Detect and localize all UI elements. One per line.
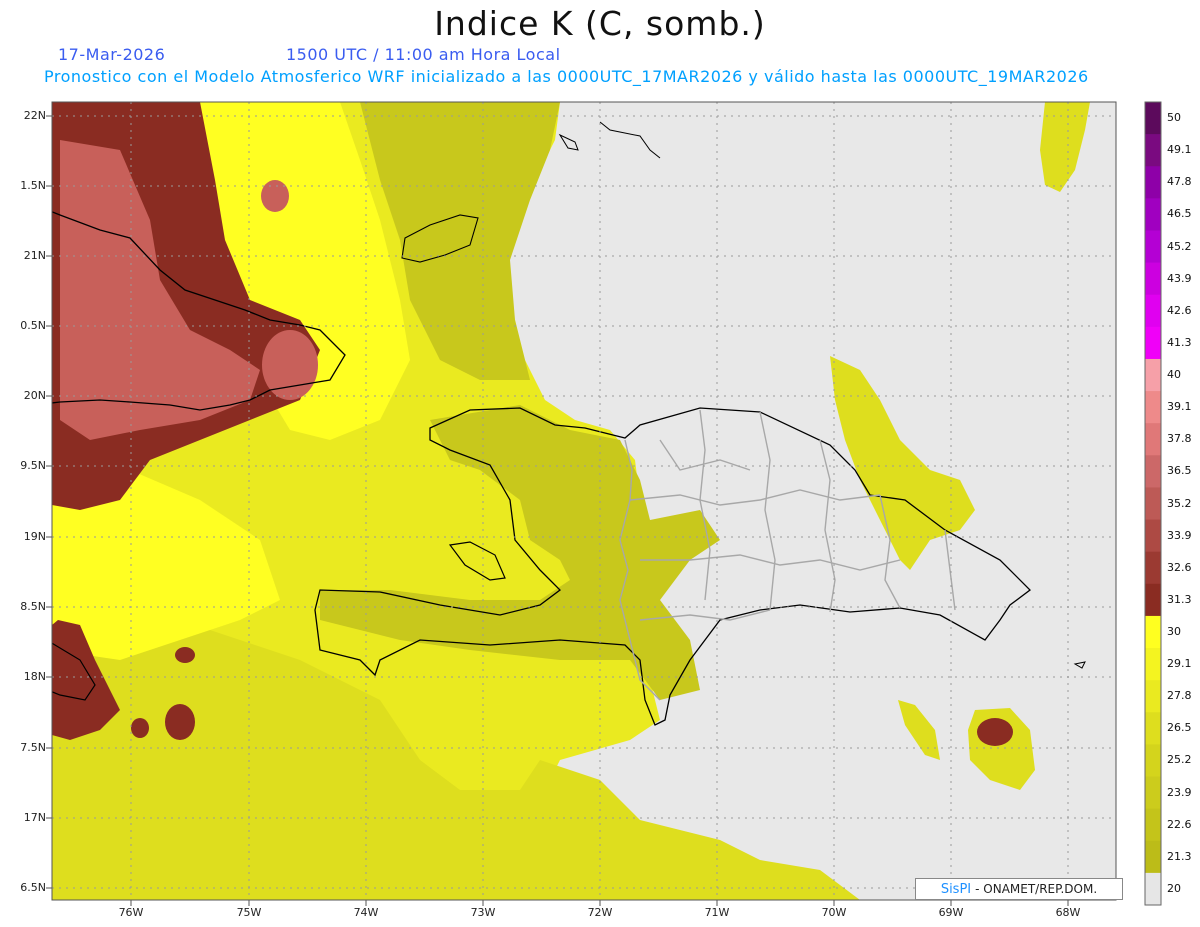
colorbar-label: 43.9 [1167, 271, 1192, 285]
colorbar-label: 40 [1167, 368, 1181, 382]
map-canvas [46, 101, 1162, 906]
colorbar-label: 32.6 [1167, 560, 1192, 574]
latitude-label: 21N [23, 249, 46, 262]
colorbar-swatch [1145, 455, 1161, 488]
colorbar-swatch [1145, 712, 1161, 745]
latitude-label: 9.5N [20, 459, 46, 472]
latitude-label: 20N [23, 389, 46, 402]
k-high-cell-6 [977, 718, 1013, 746]
colorbar-swatch [1145, 519, 1161, 553]
colorbar-swatch [1145, 134, 1161, 167]
longitude-label: 68W [1055, 906, 1081, 919]
k-high-cell-5 [175, 647, 195, 663]
colorbar-label: 37.8 [1167, 432, 1192, 446]
colorbar-swatch [1145, 423, 1161, 456]
latitude-label: 7.5N [20, 741, 46, 754]
colorbar-swatch [1145, 648, 1161, 681]
colorbar-swatch [1145, 776, 1161, 810]
colorbar-swatch [1145, 198, 1161, 231]
colorbar-label: 26.5 [1167, 721, 1192, 735]
longitude-label: 72W [587, 906, 613, 919]
colorbar-label: 35.2 [1167, 496, 1192, 510]
colorbar-label: 41.3 [1167, 335, 1192, 349]
colorbar-label: 29.1 [1167, 657, 1192, 671]
colorbar-label: 20 [1167, 881, 1181, 895]
latitude-label: 18N [23, 670, 46, 683]
latitude-label: 0.5N [20, 319, 46, 332]
colorbar-label: 46.5 [1167, 207, 1192, 221]
longitude-label: 74W [353, 906, 379, 919]
colorbar-label: 49.1 [1167, 143, 1192, 157]
longitude-label: 76W [118, 906, 144, 919]
colorbar-swatch [1145, 102, 1161, 135]
colorbar-label: 30 [1167, 624, 1181, 638]
colorbar-swatch [1145, 744, 1161, 778]
colorbar-label: 42.6 [1167, 303, 1192, 317]
k-high-cell-1 [261, 180, 289, 212]
colorbar-label: 39.1 [1167, 400, 1192, 414]
colorbar-swatch [1145, 294, 1161, 328]
colorbar-label: 45.2 [1167, 239, 1192, 253]
latitude-label: 8.5N [20, 600, 46, 613]
longitude-label: 70W [821, 906, 847, 919]
colorbar-swatch [1145, 262, 1161, 296]
longitude-label: 71W [704, 906, 730, 919]
latitude-label: 17N [23, 811, 46, 824]
credit-brand: SisPI [940, 881, 972, 897]
latitude-label: 6.5N [20, 881, 46, 894]
colorbar-swatch [1145, 326, 1161, 360]
colorbar-label: 36.5 [1167, 464, 1192, 478]
credit-text: - ONAMET/REP.DOM. [975, 882, 1098, 896]
colorbar-label: 33.9 [1167, 528, 1192, 542]
colorbar-swatch [1145, 808, 1161, 842]
colorbar-label: 25.2 [1167, 753, 1192, 767]
colorbar-swatch [1145, 166, 1161, 199]
colorbar-label: 27.8 [1167, 689, 1192, 703]
colorbar-swatch [1145, 551, 1161, 585]
colorbar-swatch [1145, 230, 1161, 264]
colorbar [1144, 101, 1162, 906]
k-high-cell-4 [131, 718, 149, 738]
colorbar-swatch [1145, 487, 1161, 521]
colorbar-swatch [1145, 615, 1161, 649]
colorbar-swatch [1145, 391, 1161, 424]
k-high-cell-3 [165, 704, 195, 740]
colorbar-swatch [1145, 680, 1161, 713]
longitude-label: 69W [938, 906, 964, 919]
latitude-label: 1.5N [20, 179, 46, 192]
latitude-label: 19N [23, 530, 46, 543]
credit-box: SisPI - ONAMET/REP.DOM. [915, 878, 1123, 900]
colorbar-label: 23.9 [1167, 785, 1192, 799]
latitude-label: 22N [23, 109, 46, 122]
colorbar-swatch [1145, 840, 1161, 874]
colorbar-swatch [1145, 583, 1161, 617]
colorbar-swatch [1145, 358, 1161, 392]
colorbar-label: 31.3 [1167, 592, 1192, 606]
colorbar-label: 21.3 [1167, 849, 1192, 863]
colorbar-swatch [1145, 872, 1161, 906]
longitude-label: 73W [470, 906, 496, 919]
colorbar-label: 22.6 [1167, 817, 1192, 831]
colorbar-label: 47.8 [1167, 175, 1192, 189]
longitude-label: 75W [236, 906, 262, 919]
colorbar-label: 50 [1167, 111, 1181, 125]
